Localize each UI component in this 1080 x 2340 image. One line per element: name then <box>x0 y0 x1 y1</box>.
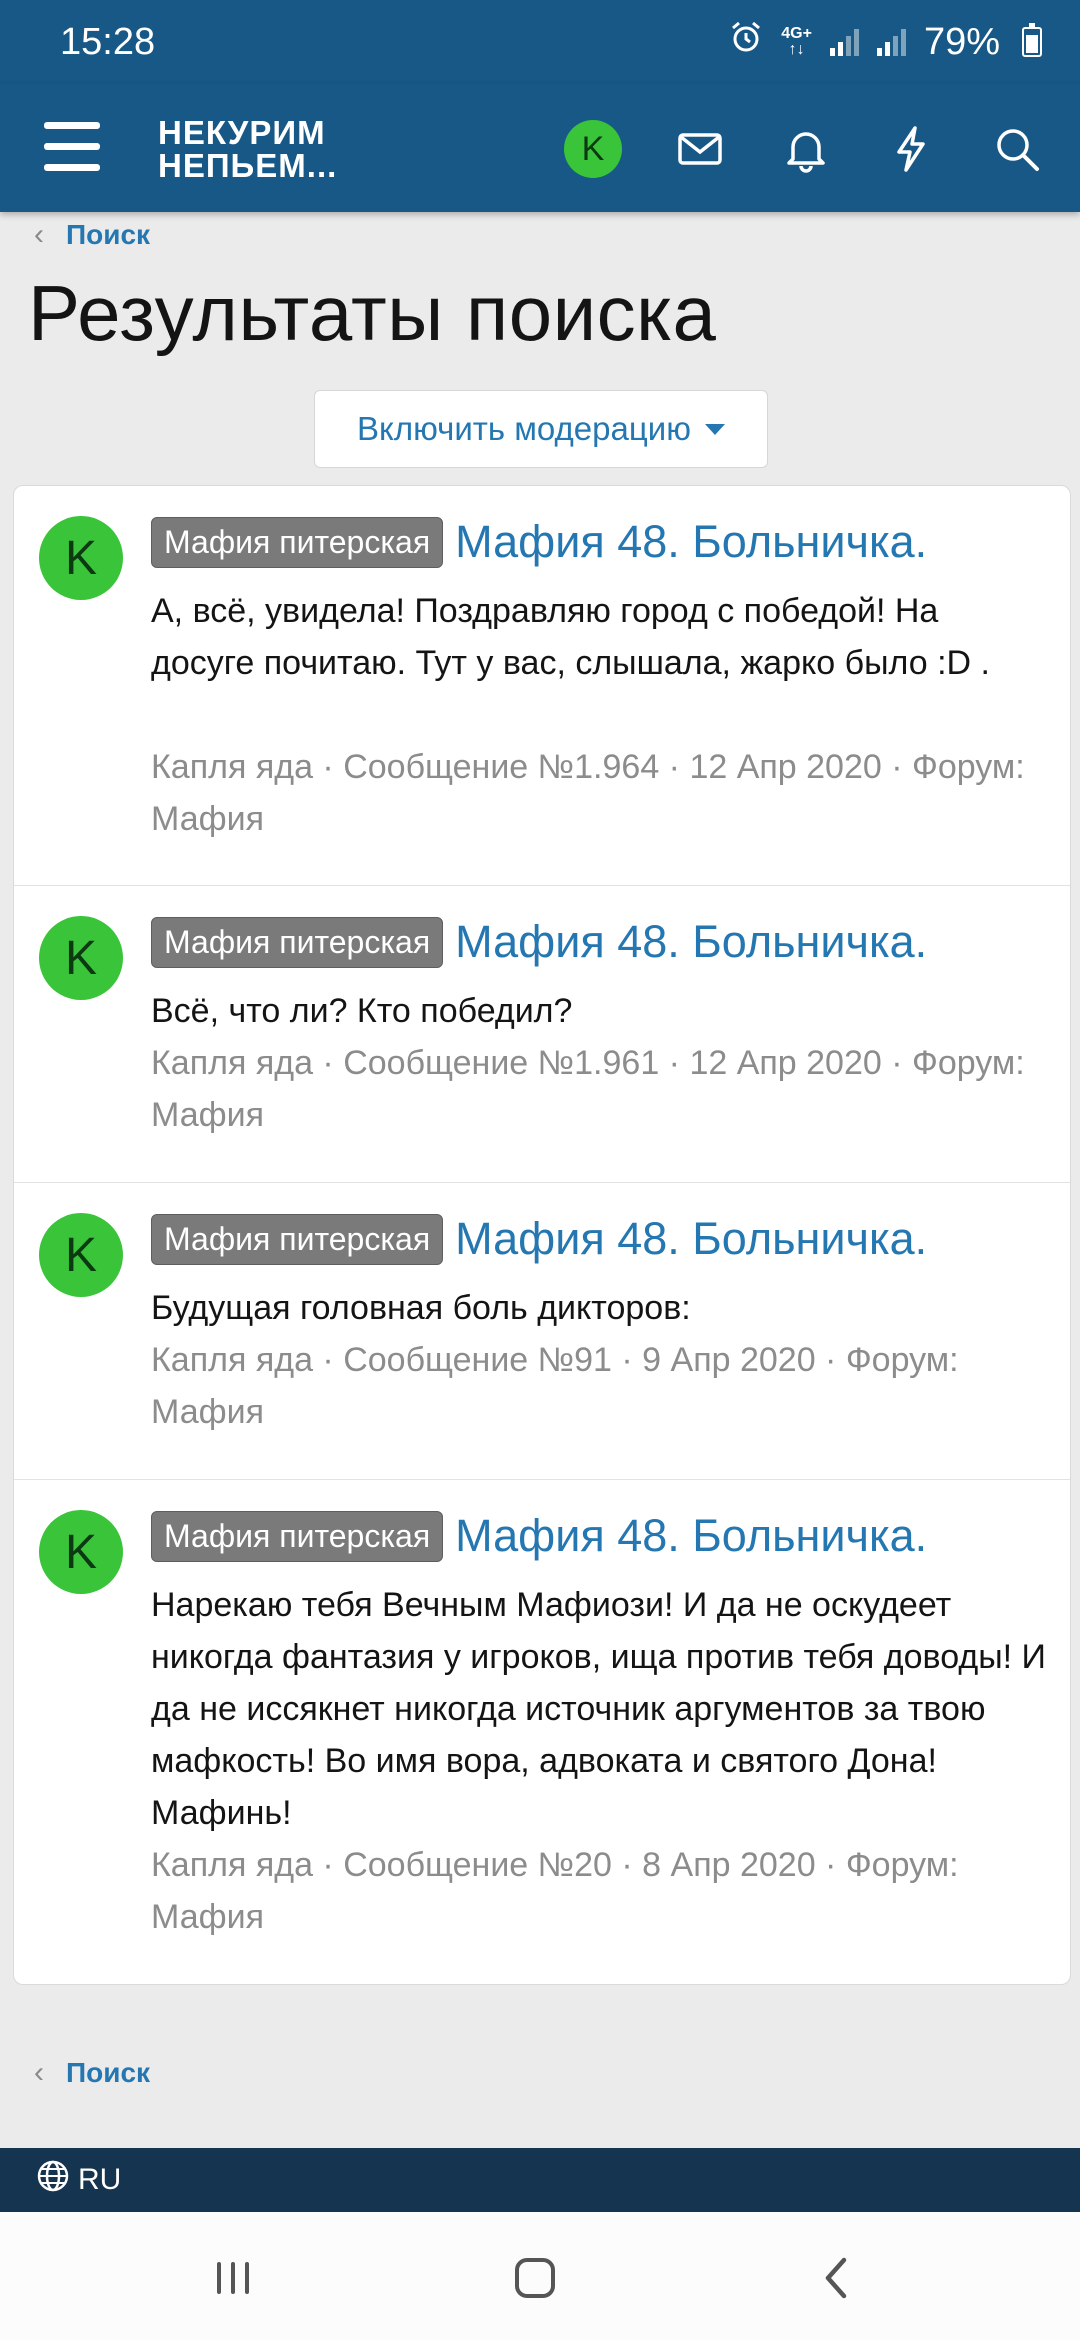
result-header: Мафия питерская Мафия 48. Больничка. <box>151 1213 927 1265</box>
status-bar: 15:28 4G+ ↑↓ 79% <box>0 0 1080 84</box>
result-title-link[interactable]: Мафия 48. Больничка. <box>455 1510 927 1562</box>
result-snippet: А, всё, увидела! Поздравляю город с побе… <box>151 592 990 682</box>
avatar[interactable]: K <box>39 516 123 600</box>
site-footer: RU <box>0 2148 1080 2212</box>
language-selector[interactable]: RU <box>78 2163 121 2197</box>
search-icon[interactable] <box>992 124 1042 174</box>
search-result[interactable]: K Мафия питерская Мафия 48. Больничка. В… <box>14 886 1070 1183</box>
result-header: Мафия питерская Мафия 48. Больничка. <box>151 916 927 968</box>
globe-icon[interactable] <box>36 2159 70 2201</box>
result-title-link[interactable]: Мафия 48. Больничка. <box>455 516 927 568</box>
result-header: Мафия питерская Мафия 48. Больничка. <box>151 516 927 568</box>
signal-icon <box>829 28 859 56</box>
prefix-tag: Мафия питерская <box>151 1213 444 1265</box>
status-time: 15:28 <box>60 20 156 63</box>
status-icons: 4G+ ↑↓ 79% <box>729 20 1042 64</box>
search-results-list: K Мафия питерская Мафия 48. Больничка. А… <box>13 485 1071 1985</box>
result-title-link[interactable]: Мафия 48. Больничка. <box>455 1213 927 1265</box>
battery-level: 79% <box>923 20 1000 63</box>
signal-icon-2 <box>876 28 906 56</box>
chevron-left-icon: ‹ <box>34 218 44 251</box>
result-snippet: Будущая головная боль дикторов: <box>151 1289 691 1327</box>
battery-icon <box>1022 23 1042 57</box>
search-result[interactable]: K Мафия питерская Мафия 48. Больничка. Н… <box>14 1480 1070 1986</box>
page-title: Результаты поиска <box>28 269 717 357</box>
lightning-icon[interactable] <box>886 124 936 174</box>
breadcrumb[interactable]: ‹ Поиск <box>34 210 150 260</box>
result-header: Мафия питерская Мафия 48. Больничка. <box>151 1510 927 1562</box>
network-label: 4G+ ↑↓ <box>781 25 812 58</box>
prefix-tag: Мафия питерская <box>151 516 444 568</box>
system-navigation-bar <box>0 2212 1080 2340</box>
bell-icon[interactable] <box>781 124 831 174</box>
enable-moderation-label: Включить модерацию <box>357 410 691 447</box>
result-meta: Капля яда · Сообщение №1.964 · 12 Апр 20… <box>151 748 1025 838</box>
result-snippet: Всё, что ли? Кто победил? <box>151 992 573 1030</box>
site-logo[interactable]: НЕКУРИМ НЕПЬЕМ... <box>158 116 337 182</box>
mail-icon[interactable] <box>675 124 725 174</box>
breadcrumb-link[interactable]: Поиск <box>66 2057 150 2089</box>
breadcrumb-bottom[interactable]: ‹ Поиск <box>34 2048 150 2098</box>
search-result[interactable]: K Мафия питерская Мафия 48. Больничка. Б… <box>14 1183 1070 1480</box>
avatar[interactable]: K <box>39 1213 123 1297</box>
avatar[interactable]: K <box>39 1510 123 1594</box>
breadcrumb-link[interactable]: Поиск <box>66 219 150 251</box>
search-result[interactable]: K Мафия питерская Мафия 48. Больничка. А… <box>14 486 1070 886</box>
menu-icon[interactable] <box>44 122 100 172</box>
home-icon[interactable] <box>505 2248 565 2308</box>
user-avatar[interactable]: K <box>564 120 622 178</box>
enable-moderation-button[interactable]: Включить модерацию <box>314 390 768 468</box>
result-meta: Капля яда · Сообщение №1.961 · 12 Апр 20… <box>151 1044 1025 1134</box>
prefix-tag: Мафия питерская <box>151 1510 444 1562</box>
chevron-left-icon: ‹ <box>34 2056 44 2089</box>
prefix-tag: Мафия питерская <box>151 916 444 968</box>
result-snippet: Нарекаю тебя Вечным Мафиози! И да не оск… <box>151 1586 1046 1832</box>
result-title-link[interactable]: Мафия 48. Больничка. <box>455 916 927 968</box>
avatar[interactable]: K <box>39 916 123 1000</box>
result-meta: Капля яда · Сообщение №91 · 9 Апр 2020 ·… <box>151 1341 959 1431</box>
back-icon[interactable] <box>808 2248 868 2308</box>
recents-icon[interactable] <box>203 2248 263 2308</box>
app-header: НЕКУРИМ НЕПЬЕМ... K <box>0 84 1080 212</box>
result-meta: Капля яда · Сообщение №20 · 8 Апр 2020 ·… <box>151 1846 959 1936</box>
alarm-icon <box>729 20 763 64</box>
caret-down-icon <box>704 423 725 435</box>
